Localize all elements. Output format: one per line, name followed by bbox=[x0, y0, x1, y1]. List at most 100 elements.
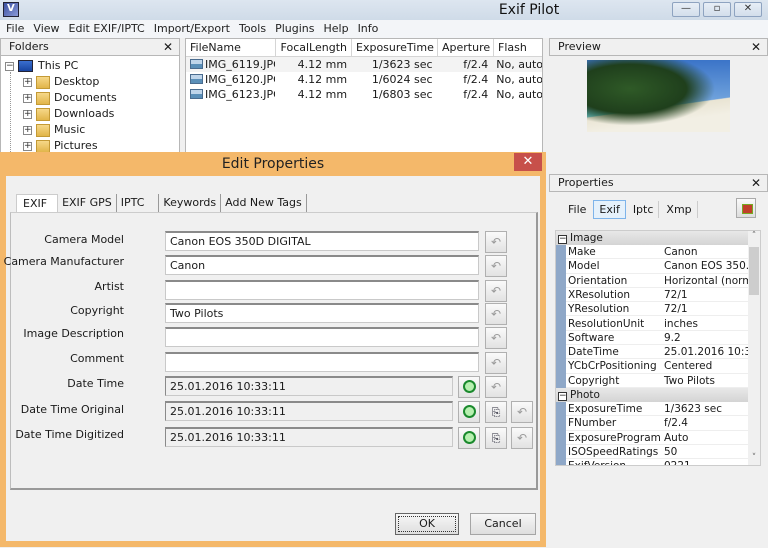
copy-date-time-original-button[interactable]: ⎘ bbox=[485, 401, 507, 423]
tree-item-downloads[interactable]: + Downloads bbox=[23, 106, 114, 122]
date-time-original-picker-button[interactable] bbox=[458, 401, 480, 423]
menu-info[interactable]: Info bbox=[358, 20, 385, 38]
file-row[interactable]: IMG_6120.JPG 4.12 mm 1/6024 sec f/2.4 No… bbox=[186, 72, 542, 87]
category-label: Photo bbox=[570, 389, 600, 401]
preview-close-icon[interactable]: ✕ bbox=[751, 39, 761, 55]
column-focallength[interactable]: FocalLength bbox=[276, 39, 352, 56]
copyright-input[interactable]: Two Pilots bbox=[165, 303, 479, 323]
flash-cell: No, auto bbox=[496, 73, 543, 86]
undo-image-description-button[interactable]: ↶ bbox=[485, 327, 507, 349]
comment-input[interactable] bbox=[165, 352, 479, 372]
tab-iptc[interactable]: Iptc bbox=[628, 201, 660, 218]
tab-keywords[interactable]: Keywords bbox=[159, 194, 222, 214]
category-image[interactable]: − Image bbox=[556, 231, 750, 245]
expand-icon[interactable]: + bbox=[23, 141, 32, 151]
menu-import-export[interactable]: Import/Export bbox=[154, 20, 236, 38]
copy-date-time-digitized-button[interactable]: ⎘ bbox=[485, 427, 507, 449]
property-row[interactable]: ExifVersion 0221 bbox=[566, 459, 750, 465]
tree-item-documents[interactable]: + Documents bbox=[23, 90, 117, 106]
desktop-folder-icon bbox=[36, 75, 50, 89]
property-row[interactable]: ResolutionUnit inches bbox=[566, 316, 750, 331]
property-row[interactable]: FNumber f/2.4 bbox=[566, 416, 750, 431]
maximize-button[interactable]: ▫ bbox=[703, 2, 731, 17]
expand-icon[interactable]: + bbox=[23, 77, 32, 87]
property-row[interactable]: Software 9.2 bbox=[566, 330, 750, 346]
property-row[interactable]: Model Canon EOS 350... bbox=[566, 259, 756, 274]
scroll-up-icon[interactable]: ˄ bbox=[748, 231, 760, 241]
undo-comment-button[interactable]: ↶ bbox=[485, 352, 507, 374]
expand-icon[interactable]: + bbox=[23, 125, 32, 135]
file-row[interactable]: IMG_6123.JPG 4.12 mm 1/6803 sec f/2.4 No… bbox=[186, 87, 542, 102]
property-row[interactable]: Orientation Horizontal (normal) bbox=[566, 273, 760, 288]
property-row[interactable]: Copyright Two Pilots bbox=[566, 373, 750, 388]
column-exposuretime[interactable]: ExposureTime bbox=[352, 39, 438, 56]
property-row[interactable]: YCbCrPositioning Centered bbox=[566, 359, 750, 374]
file-name-cell: IMG_6119.JPG bbox=[186, 57, 275, 72]
tab-iptc[interactable]: IPTC bbox=[116, 194, 160, 214]
menu-view[interactable]: View bbox=[33, 20, 65, 38]
tab-xmp[interactable]: Xmp bbox=[661, 201, 698, 218]
dialog-close-button[interactable]: ✕ bbox=[514, 153, 542, 171]
documents-folder-icon bbox=[36, 91, 50, 105]
tree-item-music[interactable]: + Music bbox=[23, 122, 85, 138]
column-filename[interactable]: FileName bbox=[186, 39, 276, 56]
undo-copyright-button[interactable]: ↶ bbox=[485, 303, 507, 325]
properties-close-icon[interactable]: ✕ bbox=[751, 175, 761, 191]
undo-date-time-button[interactable]: ↶ bbox=[485, 376, 507, 398]
collapse-icon[interactable]: − bbox=[558, 392, 567, 401]
scroll-down-icon[interactable]: ˅ bbox=[748, 453, 760, 463]
menu-file[interactable]: File bbox=[6, 20, 30, 38]
camera-manufacturer-input[interactable]: Canon bbox=[165, 255, 479, 275]
date-time-digitized-picker-button[interactable] bbox=[458, 427, 480, 449]
undo-date-time-digitized-button[interactable]: ↶ bbox=[511, 427, 533, 449]
column-flash[interactable]: Flash bbox=[494, 39, 542, 56]
property-row[interactable]: ExposureTime 1/3623 sec bbox=[566, 402, 750, 417]
date-time-picker-button[interactable] bbox=[458, 376, 480, 398]
expand-icon[interactable]: + bbox=[23, 93, 32, 103]
undo-date-time-original-button[interactable]: ↶ bbox=[511, 401, 533, 423]
property-row[interactable]: YResolution 72/1 bbox=[566, 302, 750, 317]
tree-item-this-pc[interactable]: − This PC bbox=[5, 58, 78, 74]
expand-icon[interactable]: + bbox=[23, 109, 32, 119]
undo-camera-manufacturer-button[interactable]: ↶ bbox=[485, 255, 507, 277]
cancel-button[interactable]: Cancel bbox=[470, 513, 536, 535]
date-time-input[interactable]: 25.01.2016 10:33:11 bbox=[165, 376, 453, 396]
tab-file[interactable]: File bbox=[563, 201, 591, 218]
property-row[interactable]: DateTime 25.01.2016 10:3... bbox=[566, 345, 760, 360]
image-description-input[interactable] bbox=[165, 327, 479, 347]
folders-close-icon[interactable]: ✕ bbox=[163, 39, 173, 55]
undo-camera-model-button[interactable]: ↶ bbox=[485, 231, 507, 253]
property-value: Centered bbox=[664, 360, 713, 373]
artist-input[interactable] bbox=[165, 280, 479, 300]
property-row[interactable]: Make Canon bbox=[566, 245, 750, 260]
undo-artist-button[interactable]: ↶ bbox=[485, 280, 507, 302]
minimize-button[interactable]: — bbox=[672, 2, 700, 17]
collapse-icon[interactable]: − bbox=[5, 61, 14, 71]
menu-help[interactable]: Help bbox=[323, 20, 354, 38]
properties-tool-icon[interactable] bbox=[736, 198, 756, 218]
tab-exif[interactable]: EXIF bbox=[16, 194, 59, 214]
tab-exif[interactable]: Exif bbox=[593, 200, 626, 219]
date-time-original-input[interactable]: 25.01.2016 10:33:11 bbox=[165, 401, 453, 421]
close-window-button[interactable]: ✕ bbox=[734, 2, 762, 17]
scroll-thumb[interactable] bbox=[749, 247, 759, 295]
camera-model-input[interactable]: Canon EOS 350D DIGITAL bbox=[165, 231, 479, 251]
property-key: ExposureProgram bbox=[568, 431, 661, 444]
date-time-digitized-input[interactable]: 25.01.2016 10:33:11 bbox=[165, 427, 453, 447]
menu-edit-exif-iptc[interactable]: Edit EXIF/IPTC bbox=[69, 20, 151, 38]
menu-plugins[interactable]: Plugins bbox=[275, 20, 320, 38]
category-photo[interactable]: − Photo bbox=[556, 388, 750, 402]
tree-item-desktop[interactable]: + Desktop bbox=[23, 74, 99, 90]
properties-scrollbar[interactable]: ˄ ˅ bbox=[748, 231, 760, 465]
tab-add-new-tags[interactable]: Add New Tags bbox=[221, 194, 307, 214]
property-row[interactable]: ISOSpeedRatings 50 bbox=[566, 444, 750, 460]
property-row[interactable]: XResolution 72/1 bbox=[566, 287, 750, 303]
file-row[interactable]: IMG_6119.JPG 4.12 mm 1/3623 sec f/2.4 No… bbox=[186, 57, 542, 72]
property-row[interactable]: ExposureProgram Auto bbox=[566, 430, 750, 445]
tab-exif-gps[interactable]: EXIF GPS bbox=[58, 194, 117, 214]
exposure-time-cell: 1/6803 sec bbox=[371, 88, 433, 101]
column-aperture[interactable]: Aperture bbox=[438, 39, 494, 56]
collapse-icon[interactable]: − bbox=[558, 235, 567, 244]
menu-tools[interactable]: Tools bbox=[239, 20, 272, 38]
ok-button[interactable]: OK bbox=[395, 513, 459, 535]
